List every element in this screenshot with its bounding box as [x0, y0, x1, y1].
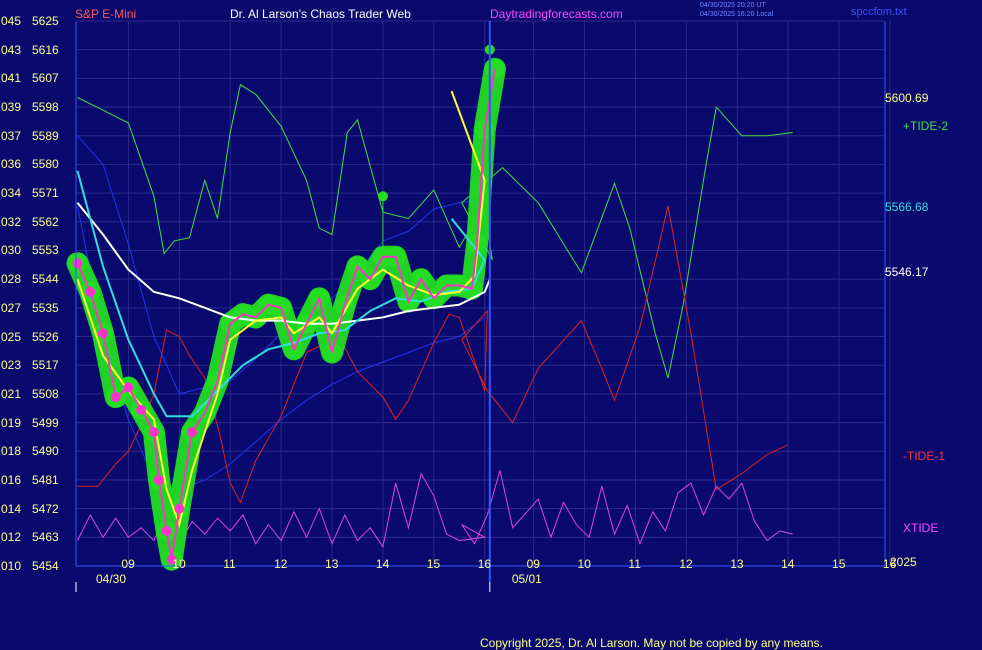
y-tick-price: 5625 [32, 14, 59, 28]
x-date-label: 05/01 [511, 572, 542, 586]
price-point [110, 392, 121, 403]
year-label: 2025 [890, 555, 917, 569]
y-tick-code: 045 [1, 14, 22, 28]
y-tick-price: 5472 [32, 501, 59, 516]
xtide-label: XTIDE [903, 521, 939, 535]
right-price-label: 5546.17 [885, 265, 929, 280]
x-tick-hour: 11 [628, 557, 641, 571]
y-tick-code: 041 [1, 71, 22, 86]
y-tick-code: 021 [1, 386, 22, 401]
price-point [153, 474, 164, 485]
y-tick-code: 039 [1, 100, 22, 115]
y-tick-price: 5508 [32, 386, 59, 401]
y-tick-price: 5526 [32, 329, 59, 344]
y-tick-code: 014 [1, 501, 22, 516]
right-price-label: 5566.68 [885, 199, 929, 214]
price-point [85, 286, 96, 297]
tide-plus2-line [77, 83, 793, 379]
x-tick-hour: 16 [477, 557, 492, 571]
x-tick-hour: 09 [121, 557, 135, 571]
site-link[interactable]: Daytradingforecasts.com [490, 7, 623, 21]
y-tick-price: 5616 [32, 42, 59, 57]
chart-canvas [66, 20, 891, 592]
tide-minus1-label: -TIDE-1 [903, 449, 945, 463]
y-tick-price: 5544 [32, 272, 59, 287]
x-tick-hour: 15 [832, 557, 846, 571]
price-point [174, 503, 185, 514]
y-tick-price: 5517 [32, 358, 59, 373]
y-tick-code: 012 [1, 530, 22, 545]
right-price-label: 5600.69 [885, 91, 929, 106]
price-point [161, 525, 172, 536]
price-point [123, 382, 134, 393]
y-tick-price: 5490 [32, 444, 59, 459]
y-tick-price: 5607 [32, 71, 59, 86]
y-tick-code: 036 [1, 157, 22, 172]
y-tick-price: 5562 [32, 214, 59, 229]
y-tick-code: 032 [1, 214, 22, 229]
y-tick-price: 5454 [32, 559, 59, 573]
y-tick-price: 5481 [32, 472, 59, 487]
x-tick-hour: 12 [274, 557, 288, 571]
x-tick-hour: 12 [679, 557, 693, 571]
y-tick-code: 016 [1, 472, 22, 487]
y-tick-price: 5499 [32, 415, 59, 430]
chart-title: Dr. Al Larson's Chaos Trader Web [230, 7, 411, 21]
y-tick-code: 019 [1, 415, 22, 430]
copyright-notice: Copyright 2025, Dr. Al Larson. May not b… [480, 636, 823, 650]
y-tick-code: 037 [1, 128, 22, 143]
x-tick-hour: 09 [526, 557, 540, 571]
y-tick-price: 5598 [32, 100, 59, 115]
price-point [136, 404, 147, 415]
y-tick-code: 023 [1, 358, 22, 373]
y-tick-code: 027 [1, 300, 22, 315]
x-date-label: 04/30 [96, 572, 127, 586]
x-tick-hour: 13 [325, 557, 339, 571]
symbol-label: S&P E-Mini [75, 7, 137, 21]
y-tick-code: 030 [1, 243, 22, 258]
x-tick-hour: 10 [172, 557, 186, 571]
y-tick-price: 5463 [32, 530, 59, 545]
y-tick-code: 025 [1, 329, 22, 344]
y-tick-code: 028 [1, 272, 22, 287]
y-tick-price: 5535 [32, 300, 59, 315]
y-tick-price: 5580 [32, 157, 59, 172]
price-point [187, 427, 198, 438]
y-tick-price: 5571 [32, 186, 59, 201]
x-tick-hour: 14 [375, 557, 390, 571]
timestamp-local: 04/30/2025 16:20 Local [700, 11, 774, 18]
y-tick-code: 018 [1, 444, 22, 459]
price-peak-marker [377, 191, 388, 202]
x-tick-hour: 14 [781, 557, 795, 571]
price-point [148, 427, 159, 438]
y-tick-code: 043 [1, 42, 22, 57]
x-tick-hour: 15 [426, 557, 441, 571]
price-point [72, 258, 83, 269]
y-tick-price: 5553 [32, 243, 59, 258]
x-tick-hour: 13 [730, 557, 744, 571]
price-point [97, 328, 108, 339]
x-tick-hour: 10 [577, 557, 591, 571]
data-file-label: spccfom.txt [851, 6, 907, 18]
y-tick-price: 5589 [32, 128, 59, 143]
tide-plus2-label: +TIDE-2 [903, 119, 949, 133]
y-tick-code: 010 [1, 559, 22, 573]
y-tick-code: 034 [1, 186, 22, 201]
timestamp-ut: 04/30/2025 20:20 UT [700, 2, 766, 9]
x-tick-hour: 11 [223, 557, 236, 571]
